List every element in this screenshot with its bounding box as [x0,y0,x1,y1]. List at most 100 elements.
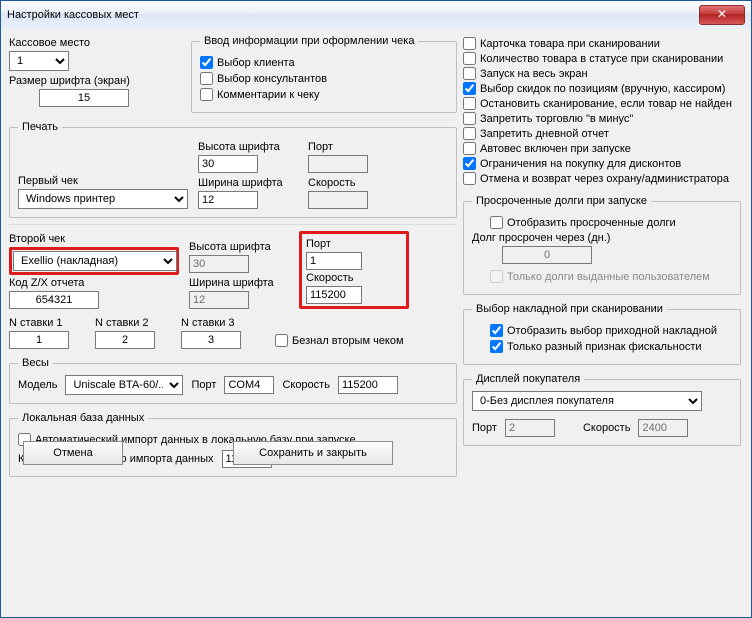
debts-show-check[interactable] [490,216,503,229]
receipt-comments-label: Комментарии к чеку [217,89,320,101]
choose-client-label: Выбор клиента [217,57,295,69]
opt-discounts-label: Выбор скидок по позициям (вручную, касси… [480,83,725,95]
left-column: Кассовое место 1 Размер шрифта (экран) В… [9,35,457,477]
opt-no-minus[interactable] [463,112,476,125]
second-speed-input[interactable] [306,286,362,304]
opt-autoweight[interactable] [463,142,476,155]
debts-after-input [502,246,592,264]
scales-model-select[interactable]: Uniscale BTA-60/... [65,375,183,395]
second-receipt-label: Второй чек [9,233,179,245]
rate1-label: N ставки 1 [9,317,79,329]
opt-no-daily[interactable] [463,127,476,140]
opt-qty-on-scan-label: Количество товара в статусе при сканиров… [480,53,723,65]
second-fwidth-input [189,291,249,309]
debts-show-label: Отобразить просроченные долги [507,217,676,229]
first-fheight-label: Высота шрифта [198,141,298,153]
first-fwidth-input[interactable] [198,191,258,209]
opt-fullscreen-label: Запуск на весь экран [480,68,588,80]
first-port-input [308,155,368,173]
opt-no-daily-label: Запретить дневной отчет [480,128,609,140]
print-group: Печать Первый чек Windows принтер Высота… [9,121,457,218]
second-printer-highlight: Exellio (накладная) [9,247,179,275]
debts-legend: Просроченные долги при запуске [472,195,651,207]
scales-speed-label: Скорость [282,379,330,391]
display-select[interactable]: 0-Без дисплея покупателя [472,391,702,411]
scales-legend: Весы [18,357,53,369]
rate3-label: N ставки 3 [181,317,251,329]
display-speed-label: Скорость [583,422,631,434]
scales-speed-input[interactable] [338,376,398,394]
close-icon: ✕ [717,7,727,21]
choose-client-check[interactable] [200,56,213,69]
cash-place-label: Кассовое место [9,37,177,49]
localdb-legend: Локальная база данных [18,412,148,424]
titlebar: Настройки кассовых мест ✕ [1,1,751,30]
first-fwidth-label: Ширина шрифта [198,177,298,189]
first-fheight-input[interactable] [198,155,258,173]
receipt-comments-check[interactable] [200,88,213,101]
invoice-diff-label: Только разный признак фискальности [507,341,702,353]
first-receipt-label: Первый чек [18,175,188,187]
window-title: Настройки кассовых мест [7,9,699,21]
cancel-button[interactable]: Отмена [23,441,123,465]
zx-input[interactable] [9,291,99,309]
save-button[interactable]: Сохранить и закрыть [233,441,393,465]
opt-autoweight-label: Автовес включен при запуске [480,143,631,155]
display-speed-input [638,419,688,437]
opt-no-minus-label: Запретить торговлю "в минус" [480,113,633,125]
rate1-input[interactable] [9,331,69,349]
cashless-second-check[interactable] [275,334,288,347]
choose-consultants-label: Выбор консультантов [217,73,327,85]
display-port-label: Порт [472,422,497,434]
choose-consultants-check[interactable] [200,72,213,85]
scales-group: Весы Модель Uniscale BTA-60/... Порт Ско… [9,357,457,404]
receipt-input-legend: Ввод информации при оформлении чека [200,35,418,47]
window-body: Кассовое место 1 Размер шрифта (экран) В… [1,29,751,617]
second-speed-label: Скорость [306,272,402,284]
first-printer-select[interactable]: Windows принтер [18,189,188,209]
second-fheight-label: Высота шрифта [189,241,289,253]
second-port-label: Порт [306,238,402,250]
receipt-input-group: Ввод информации при оформлении чека Выбо… [191,35,457,113]
scales-model-label: Модель [18,379,57,391]
second-receipt-block: Второй чек Exellio (накладная) Код Z/X о… [9,231,457,349]
opt-discount-limits[interactable] [463,157,476,170]
invoice-group: Выбор накладной при сканировании Отобраз… [463,303,741,365]
invoice-show-label: Отобразить выбор приходной накладной [507,325,717,337]
rate3-input[interactable] [181,331,241,349]
close-button[interactable]: ✕ [699,5,745,25]
opt-guard-return-label: Отмена и возврат через охрану/администра… [480,173,729,185]
scales-port-input[interactable] [224,376,274,394]
font-size-input[interactable] [39,89,129,107]
debts-onlyuser-check [490,270,503,283]
debts-group: Просроченные долги при запуске Отобразит… [463,195,741,295]
second-fwidth-label: Ширина шрифта [189,277,289,289]
opt-qty-on-scan[interactable] [463,52,476,65]
opt-stop-notfound-label: Остановить сканирование, если товар не н… [480,98,732,110]
invoice-legend: Выбор накладной при сканировании [472,303,667,315]
opt-guard-return[interactable] [463,172,476,185]
opt-stop-notfound[interactable] [463,97,476,110]
cash-place-select[interactable]: 1 [9,51,69,71]
second-port-input[interactable] [306,252,362,270]
display-group: Дисплей покупателя 0-Без дисплея покупат… [463,373,741,446]
opt-card-on-scan-label: Карточка товара при сканировании [480,38,660,50]
display-port-input [505,419,555,437]
rate2-input[interactable] [95,331,155,349]
opt-discounts[interactable] [463,82,476,95]
opt-fullscreen[interactable] [463,67,476,80]
print-legend: Печать [18,121,62,133]
zx-label: Код Z/X отчета [9,277,179,289]
second-fheight-input [189,255,249,273]
scales-port-label: Порт [191,379,216,391]
debts-onlyuser-label: Только долги выданные пользователем [507,271,710,283]
cashless-second-label: Безнал вторым чеком [292,335,404,347]
invoice-diff-check[interactable] [490,340,503,353]
opt-card-on-scan[interactable] [463,37,476,50]
first-speed-input [308,191,368,209]
second-printer-select[interactable]: Exellio (накладная) [13,251,177,271]
invoice-show-check[interactable] [490,324,503,337]
right-column: Карточка товара при сканировании Количес… [463,35,741,446]
rate2-label: N ставки 2 [95,317,165,329]
debts-after-label: Долг просрочен через (дн.) [472,232,732,244]
